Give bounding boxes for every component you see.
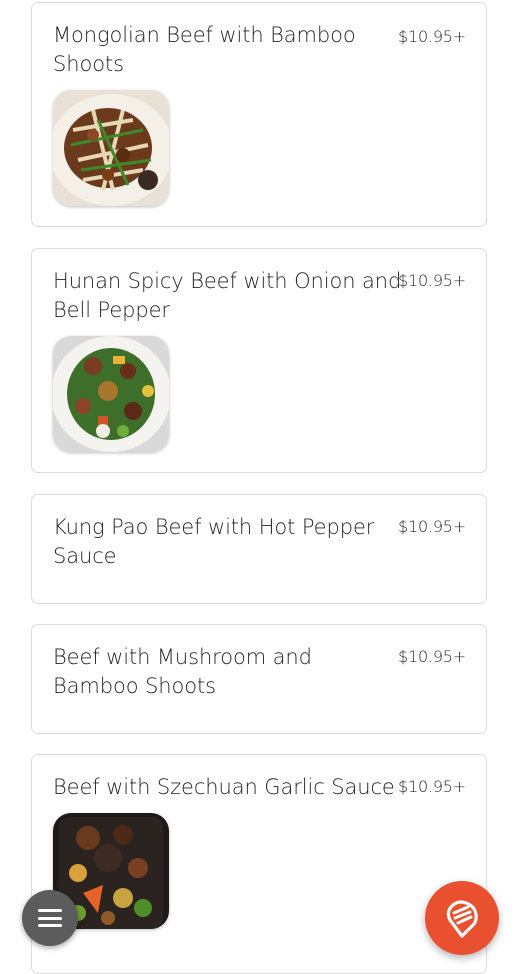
menu-item-name: Mongolian Beef with Bamboo Shoots	[53, 23, 356, 76]
menu-item-card[interactable]: Beef with Szechuan Garlic Sauce $10.95+	[31, 754, 487, 974]
menu-item-name: Beef with Szechuan Garlic Sauce	[53, 775, 395, 799]
hamburger-menu-icon	[38, 909, 62, 927]
menu-item-card[interactable]: Hunan Spicy Beef with Onion and Bell Pep…	[31, 248, 487, 473]
hunan-beef-photo[interactable]	[53, 336, 169, 452]
order-button[interactable]	[425, 881, 499, 955]
food-order-icon	[446, 900, 478, 938]
menu-item-price: $10.95+	[398, 647, 466, 666]
menu-item-card[interactable]: Mongolian Beef with Bamboo Shoots $10.95…	[31, 2, 487, 227]
mongolian-beef-photo[interactable]	[53, 90, 169, 206]
menu-item-price: $10.95+	[398, 27, 466, 46]
menu-item-price: $10.95+	[398, 271, 466, 290]
menu-item-card[interactable]: Beef with Mushroom and Bamboo Shoots $10…	[31, 624, 487, 734]
menu-item-card[interactable]: Kung Pao Beef with Hot Pepper Sauce $10.…	[31, 494, 487, 604]
menu-button[interactable]	[22, 890, 78, 946]
menu-item-name: Beef with Mushroom and Bamboo Shoots	[53, 645, 312, 698]
menu-item-price: $10.95+	[398, 517, 466, 536]
menu-item-price: $10.95+	[398, 777, 466, 796]
menu-item-name: Hunan Spicy Beef with Onion and Bell Pep…	[53, 269, 402, 322]
menu-item-name: Kung Pao Beef with Hot Pepper Sauce	[53, 515, 375, 568]
